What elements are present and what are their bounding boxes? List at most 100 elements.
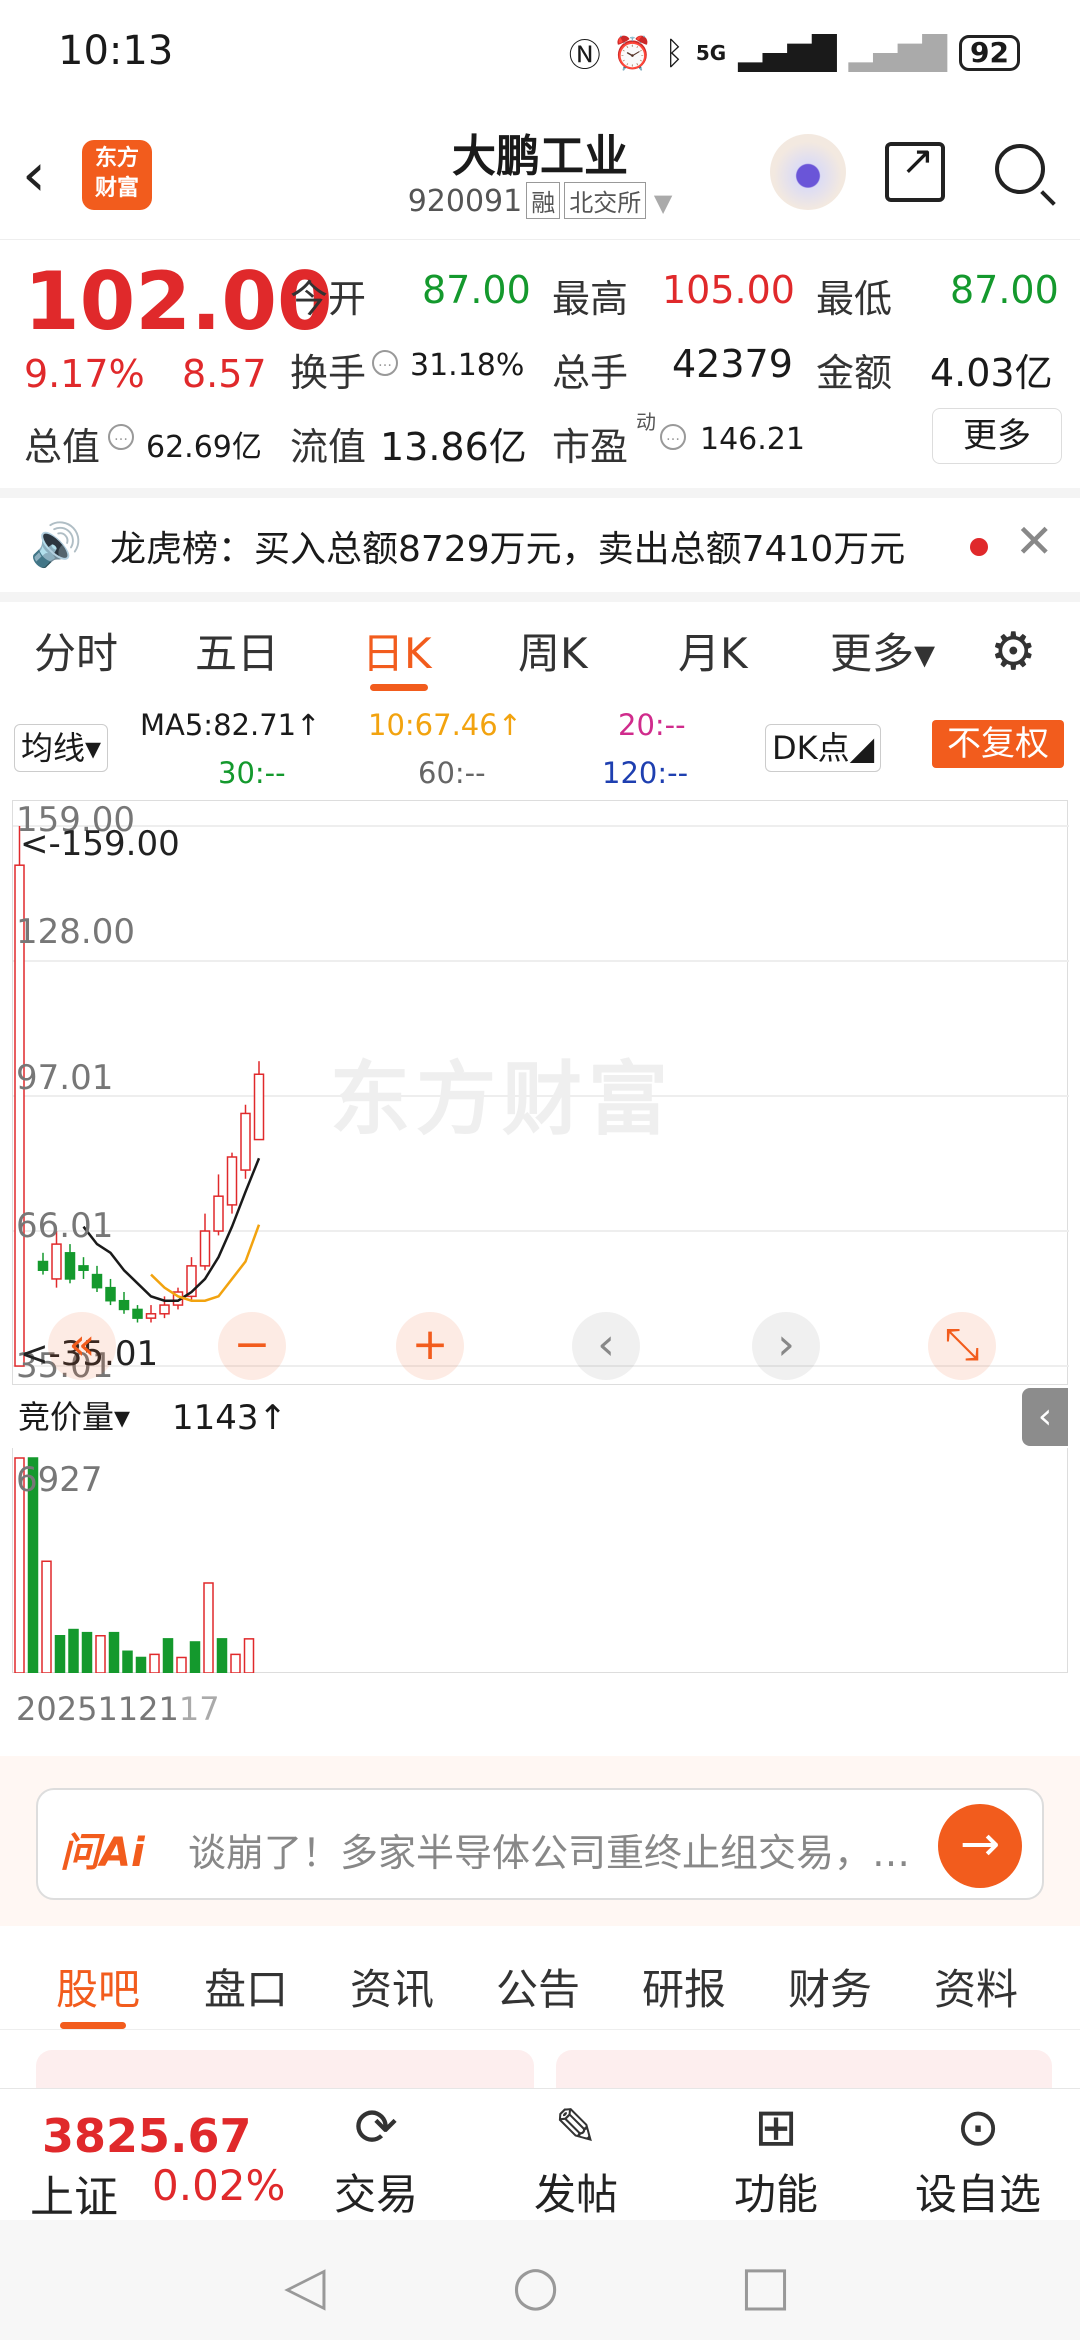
volume-bar bbox=[108, 1631, 120, 1673]
pe-value: 146.21 bbox=[700, 422, 805, 457]
tab-intraday[interactable]: 分时 bbox=[34, 620, 118, 681]
tab-monthly-k[interactable]: 月K bbox=[678, 620, 748, 681]
ma20-value: 20:-- bbox=[618, 708, 686, 742]
edit-icon: ✎ bbox=[554, 2098, 598, 2158]
notice-text[interactable]: 龙虎榜：买入总额8729万元，卖出总额7410万元 bbox=[110, 520, 950, 572]
tab-daily-k[interactable]: 日K bbox=[362, 620, 432, 681]
more-quote-button[interactable]: 更多 bbox=[932, 408, 1062, 464]
info-icon[interactable]: … bbox=[108, 424, 134, 450]
tab-weekly-k[interactable]: 周K bbox=[518, 620, 588, 681]
mcap-value: 62.69亿 bbox=[146, 430, 262, 465]
unread-dot bbox=[970, 538, 988, 556]
nav-back-icon[interactable]: ◁ bbox=[284, 2254, 326, 2317]
add-watchlist-button[interactable]: ⊙ 设自选 bbox=[908, 2095, 1048, 2222]
nav-home-icon[interactable]: ○ bbox=[512, 2254, 559, 2317]
bluetooth-icon: ᛒ bbox=[664, 34, 684, 72]
tab-financials[interactable]: 财务 bbox=[788, 1956, 872, 2017]
turnover-label: 换手 bbox=[290, 351, 367, 395]
tab-news[interactable]: 资讯 bbox=[350, 1956, 434, 2017]
candle-body bbox=[37, 1260, 49, 1271]
date-label: 2025112117 bbox=[16, 1690, 220, 1728]
adjust-button[interactable]: 不复权 bbox=[932, 720, 1064, 768]
post-label: 发帖 bbox=[533, 2170, 618, 2219]
trade-label: 交易 bbox=[333, 2170, 418, 2219]
close-notice-button[interactable]: ✕ bbox=[1015, 514, 1054, 568]
dk-point-selector[interactable]: DK点◢ bbox=[765, 724, 882, 772]
tab-announcements[interactable]: 公告 bbox=[496, 1956, 580, 2017]
amount-value: 4.03亿 bbox=[930, 351, 1053, 395]
volume-bar bbox=[41, 1560, 52, 1673]
divider bbox=[0, 488, 1080, 498]
bottom-bar: 3825.67 上证 0.02% ⟳ 交易 ✎ 发帖 ⊞ 功能 ⊙ 设自选 bbox=[0, 2088, 1080, 2223]
candle-body bbox=[78, 1265, 89, 1271]
tab-five-day[interactable]: 五日 bbox=[195, 620, 279, 681]
tab-more[interactable]: 更多▾ bbox=[830, 620, 935, 681]
volume-chart bbox=[12, 1448, 1068, 1673]
system-nav-bar: ◁ ○ □ bbox=[0, 2220, 1080, 2340]
pe-label: 市盈 bbox=[552, 425, 629, 469]
index-name[interactable]: 上证 bbox=[30, 2161, 118, 2225]
zoom-in-icon[interactable]: + bbox=[396, 1312, 464, 1380]
collapse-side-button[interactable]: ‹ bbox=[1022, 1388, 1068, 1446]
candle-body bbox=[159, 1304, 170, 1315]
exchange-tag: 北交所 bbox=[564, 182, 647, 219]
info-icon[interactable]: … bbox=[660, 424, 686, 450]
candle-body bbox=[213, 1195, 224, 1232]
fullscreen-icon[interactable]: ⤡ bbox=[928, 1312, 996, 1380]
ma-selector[interactable]: 均线▾ bbox=[14, 724, 109, 772]
float-label: 流值 bbox=[290, 425, 367, 469]
section-tab-underline bbox=[60, 2022, 126, 2029]
ai-prompt-text[interactable]: 谈崩了！多家半导体公司重终止组交易，这是怎么回事？ bbox=[188, 1822, 948, 1877]
more-dots-icon: ⊙ bbox=[956, 2098, 1000, 2158]
ma10-value: 10:67.46↑ bbox=[368, 708, 522, 742]
scroll-left-fast-icon[interactable]: « bbox=[48, 1312, 116, 1380]
arrow-right-icon[interactable]: → bbox=[938, 1804, 1022, 1888]
tab-research[interactable]: 研报 bbox=[642, 1956, 726, 2017]
volume-selector[interactable]: 竞价量▾ bbox=[12, 1394, 137, 1442]
share-icon[interactable] bbox=[885, 138, 945, 202]
tab-underline bbox=[370, 684, 428, 691]
scroll-right-icon[interactable]: › bbox=[752, 1312, 820, 1380]
status-bar: 10:13 Ⓝ ⏰ ᛒ 5G ▂▄▆█ ▂▄▆█ 92 bbox=[0, 0, 1080, 100]
ai-brand: 问Ai bbox=[60, 1830, 145, 1876]
amount-label: 金额 bbox=[816, 351, 893, 395]
last-price: 102.00 bbox=[24, 255, 333, 348]
volume-value: 42379 bbox=[672, 342, 793, 386]
alarm-icon: ⏰ bbox=[612, 34, 653, 72]
tab-guba[interactable]: 股吧 bbox=[56, 1956, 140, 2017]
notice-bar[interactable]: 🔊 龙虎榜：买入总额8729万元，卖出总额7410万元 ✕ bbox=[0, 500, 1080, 590]
search-icon[interactable] bbox=[995, 144, 1045, 194]
volume-header: 竞价量▾ 1143↑ bbox=[12, 1388, 1068, 1448]
yen-icon: ⟳ bbox=[354, 2098, 398, 2158]
volume-bar bbox=[230, 1653, 241, 1673]
mcap-label: 总值 bbox=[24, 425, 101, 469]
function-label: 功能 bbox=[733, 2170, 818, 2219]
volume-svg bbox=[14, 1457, 255, 1673]
grid-icon: ⊞ bbox=[754, 2098, 798, 2158]
trade-button[interactable]: ⟳ 交易 bbox=[306, 2095, 446, 2222]
ma-bar: 均线▾ MA5:82.71↑ 10:67.46↑ 20:-- 30:-- 60:… bbox=[0, 700, 1080, 800]
nav-recents-icon[interactable]: □ bbox=[740, 2254, 791, 2317]
zoom-out-icon[interactable]: − bbox=[218, 1312, 286, 1380]
ai-ask-bar[interactable]: 问Ai 谈崩了！多家半导体公司重终止组交易，这是怎么回事？ → bbox=[36, 1788, 1044, 1900]
ma60-value: 60:-- bbox=[418, 756, 486, 790]
post-button[interactable]: ✎ 发帖 bbox=[506, 2095, 646, 2222]
app-root: 10:13 Ⓝ ⏰ ᛒ 5G ▂▄▆█ ▂▄▆█ 92 ‹ 东方 财富 大鹏工业… bbox=[0, 0, 1080, 2340]
volume-bar bbox=[54, 1635, 66, 1673]
ai-robot-icon[interactable] bbox=[770, 134, 846, 210]
index-change[interactable]: 0.02% bbox=[152, 2161, 285, 2210]
tab-profile[interactable]: 资料 bbox=[934, 1956, 1018, 2017]
volume-bar bbox=[203, 1582, 214, 1673]
function-button[interactable]: ⊞ 功能 bbox=[706, 2095, 846, 2222]
status-icons: Ⓝ ⏰ ᛒ 5G ▂▄▆█ ▂▄▆█ 92 bbox=[569, 30, 1020, 76]
candle-body bbox=[118, 1299, 130, 1311]
volume-indicator: 1143↑ bbox=[172, 1398, 288, 1438]
gear-icon[interactable]: ⚙ bbox=[990, 622, 1037, 682]
tab-orderbook[interactable]: 盘口 bbox=[204, 1956, 288, 2017]
index-value[interactable]: 3825.67 bbox=[42, 2109, 252, 2163]
caret-down-icon[interactable]: ▼ bbox=[646, 189, 672, 217]
ma120-value: 120:-- bbox=[602, 756, 689, 790]
scroll-left-icon[interactable]: ‹ bbox=[572, 1312, 640, 1380]
candle-body bbox=[91, 1273, 103, 1289]
info-icon[interactable]: … bbox=[372, 350, 398, 376]
